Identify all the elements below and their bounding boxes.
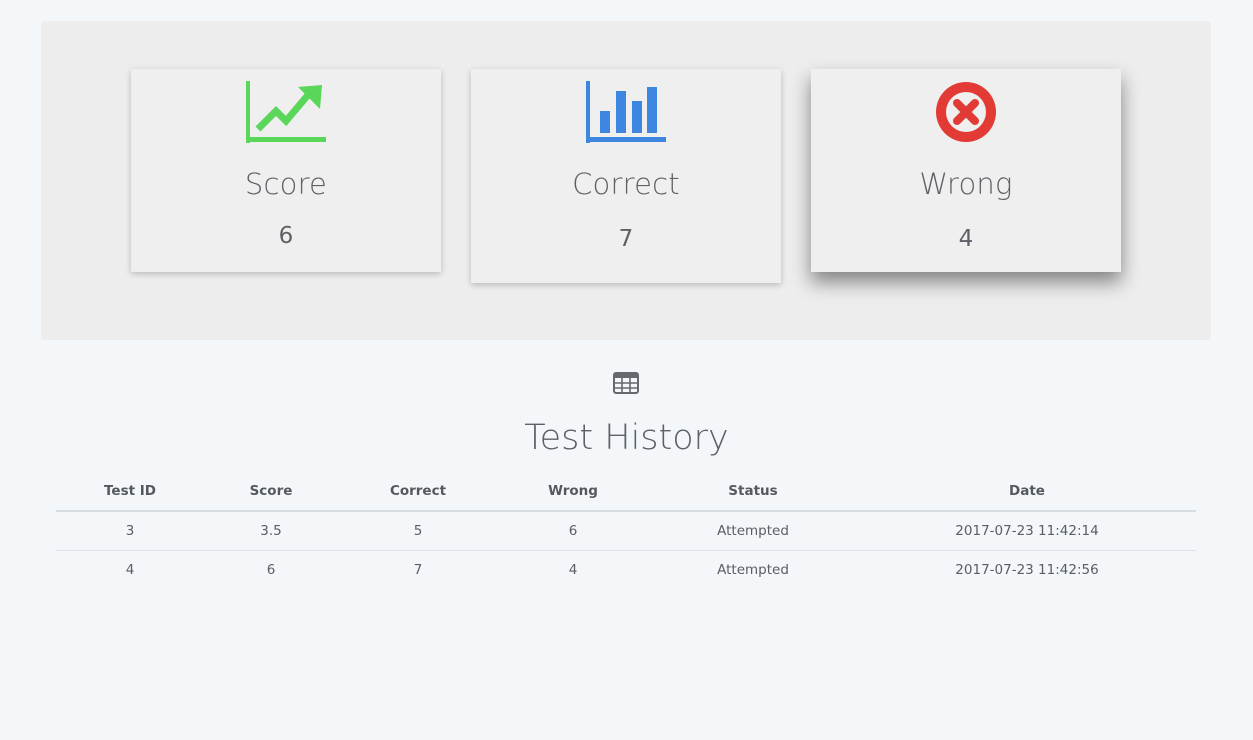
score-label: Score [244, 167, 328, 201]
cell-correct: 5 [338, 511, 498, 551]
column-header-test-id: Test ID [56, 472, 204, 512]
column-header-status: Status [648, 472, 858, 512]
stats-panel: Score 6 Correct 7 Wrong 4 [41, 21, 1211, 340]
correct-card: Correct 7 [471, 69, 781, 283]
correct-value: 7 [618, 226, 634, 252]
wrong-value: 4 [958, 226, 974, 252]
wrong-label: Wrong [919, 167, 1013, 201]
column-header-correct: Correct [338, 472, 498, 512]
table-icon [613, 372, 639, 394]
trend-chart-icon [131, 81, 441, 145]
cell-wrong: 6 [498, 511, 648, 551]
cell-status: Attempted [648, 511, 858, 551]
correct-label: Correct [572, 167, 680, 201]
cell-score: 6 [266, 562, 276, 578]
cell-date: 2017-07-23 11:42:56 [955, 562, 1099, 578]
history-table: Test ID Score Correct Wrong Status Date … [56, 472, 1196, 589]
times-circle-icon [811, 81, 1121, 145]
cell-score: 3.5 [204, 511, 338, 551]
wrong-card: Wrong 4 [811, 69, 1121, 272]
table-row: 3 3.5 5 6 Attempted 2017-07-23 11:42:14 [56, 511, 1196, 551]
cell-wrong: 4 [568, 562, 578, 578]
page-title: Test History [524, 418, 729, 458]
cell-status: Attempted [717, 562, 789, 578]
score-value: 6 [278, 223, 294, 249]
cell-test-id: 4 [125, 562, 135, 578]
cell-correct: 7 [413, 562, 423, 578]
column-header-date: Date [858, 472, 1196, 512]
score-card: Score 6 [131, 69, 441, 272]
table-row: 4 6 7 4 Attempted 2017-07-23 11:42:56 [56, 551, 1196, 590]
cell-test-id: 3 [56, 511, 204, 551]
bar-chart-icon [471, 81, 781, 145]
column-header-wrong: Wrong [498, 472, 648, 512]
table-header-row: Test ID Score Correct Wrong Status Date [56, 472, 1196, 512]
column-header-score: Score [204, 472, 338, 512]
cell-date: 2017-07-23 11:42:14 [858, 511, 1196, 551]
